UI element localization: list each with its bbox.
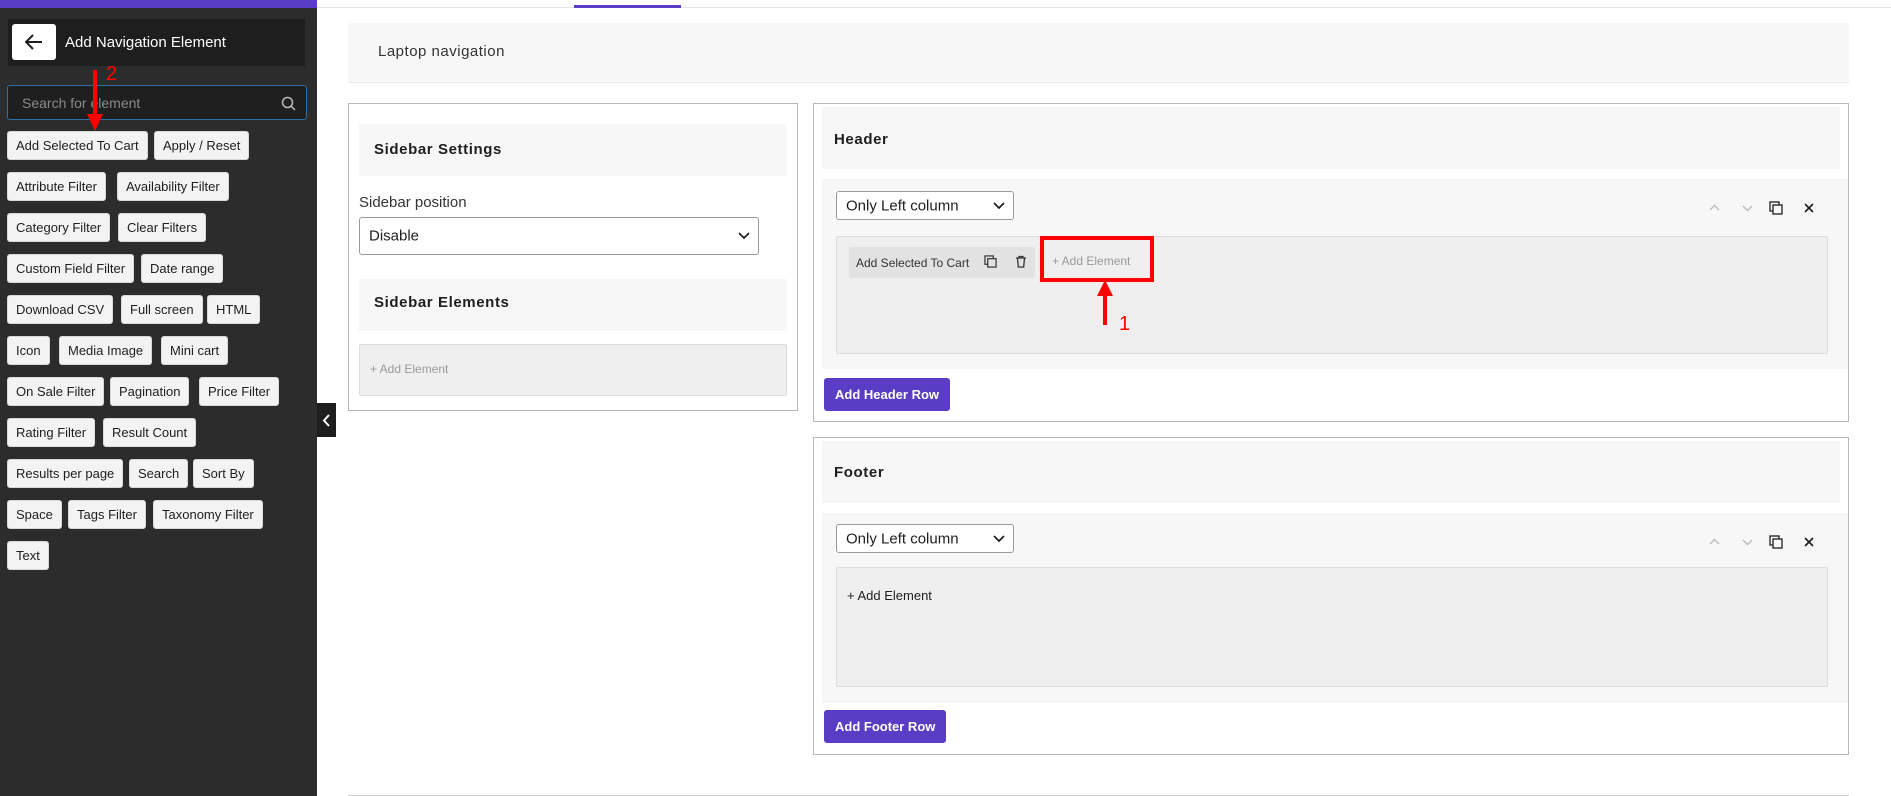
- header-title: Header: [834, 131, 889, 148]
- arrow-left-icon: [25, 34, 42, 50]
- header-layout-value: Only Left column: [846, 197, 959, 214]
- sidebar-elements-header: Sidebar Elements: [359, 279, 787, 331]
- highlight-box: [1040, 236, 1154, 282]
- placed-element[interactable]: Add Selected To Cart: [849, 247, 1035, 278]
- element-chip[interactable]: Category Filter: [7, 213, 111, 242]
- sidebar-settings-header: Sidebar Settings: [359, 124, 787, 176]
- footer-box: Footer Only Left column + Add Element Ad…: [813, 437, 1849, 755]
- footer-row-dropzone: + Add Element: [836, 567, 1828, 687]
- back-button[interactable]: [12, 24, 56, 60]
- footer-layout-select[interactable]: Only Left column: [836, 524, 1014, 553]
- element-sidebar: Add Navigation Element Add Selected To C…: [0, 0, 317, 796]
- element-chip[interactable]: Search: [129, 459, 189, 488]
- move-up-icon[interactable]: [1709, 204, 1720, 211]
- element-chip[interactable]: Sort By: [193, 459, 254, 488]
- element-chip[interactable]: Full screen: [121, 295, 203, 324]
- element-chip[interactable]: Clear Filters: [118, 213, 207, 242]
- element-chip[interactable]: Mini cart: [161, 336, 229, 365]
- element-chip[interactable]: Price Filter: [199, 377, 280, 406]
- element-chip[interactable]: Custom Field Filter: [7, 254, 135, 283]
- element-chip[interactable]: Result Count: [103, 418, 197, 447]
- move-up-icon[interactable]: [1709, 538, 1720, 545]
- active-tab-indicator: [574, 5, 681, 8]
- header-row-dropzone: Add Selected To Cart + Add Element: [836, 236, 1828, 354]
- search-field: [7, 85, 307, 120]
- element-chip[interactable]: Apply / Reset: [154, 131, 250, 160]
- footer-section-header: Footer: [822, 441, 1840, 503]
- footer-title: Footer: [834, 464, 885, 481]
- header-row: Only Left column Add Selected To Cart + …: [822, 179, 1848, 369]
- sidebar-header: Add Navigation Element: [8, 19, 305, 66]
- header-section-header: Header: [822, 107, 1840, 169]
- element-chip[interactable]: Taxonomy Filter: [153, 500, 263, 529]
- add-footer-row-button[interactable]: Add Footer Row: [824, 710, 947, 743]
- sidebar-position-select[interactable]: Disable: [359, 217, 759, 255]
- arrow-up-annotation: [1097, 280, 1113, 325]
- add-header-row-button[interactable]: Add Header Row: [824, 378, 951, 411]
- sidebar-settings-title: Sidebar Settings: [374, 141, 502, 158]
- element-chip[interactable]: Availability Filter: [117, 172, 229, 201]
- sidebar-settings-box: Sidebar Settings Sidebar position Disabl…: [348, 103, 798, 411]
- chevron-down-icon: [993, 201, 1005, 209]
- placed-element-label: Add Selected To Cart: [856, 256, 970, 270]
- collapse-sidebar-button[interactable]: [317, 403, 336, 437]
- annotation-label-1: 1: [1119, 313, 1131, 335]
- duplicate-icon[interactable]: [1769, 535, 1783, 549]
- element-chip[interactable]: Results per page: [7, 459, 124, 488]
- element-chip[interactable]: Attribute Filter: [7, 172, 106, 201]
- chevron-down-icon: [738, 232, 750, 240]
- footer-row: Only Left column + Add Element: [822, 513, 1848, 703]
- close-icon[interactable]: [1804, 203, 1814, 213]
- close-icon[interactable]: [1804, 537, 1814, 547]
- sidebar-elements-title: Sidebar Elements: [374, 294, 510, 311]
- top-divider: [317, 7, 1891, 8]
- duplicate-icon[interactable]: [1769, 201, 1783, 215]
- sidebar-title: Add Navigation Element: [65, 34, 226, 51]
- move-down-icon[interactable]: [1742, 539, 1753, 546]
- panel-header: Laptop navigation: [348, 23, 1849, 83]
- header-box: Header Only Left column Add Selected To …: [813, 103, 1849, 422]
- move-down-icon[interactable]: [1742, 205, 1753, 212]
- header-layout-select[interactable]: Only Left column: [836, 191, 1014, 220]
- element-chip[interactable]: Rating Filter: [7, 418, 96, 447]
- element-chip[interactable]: On Sale Filter: [7, 377, 105, 406]
- add-element-button[interactable]: + Add Element: [370, 362, 448, 376]
- annotation-label-2: 2: [106, 63, 118, 85]
- element-chip[interactable]: Download CSV: [7, 295, 114, 324]
- sidebar-elements-dropzone: + Add Element: [359, 344, 787, 396]
- sidebar-position-label: Sidebar position: [359, 194, 467, 211]
- search-icon[interactable]: [281, 96, 296, 111]
- element-chip[interactable]: Tags Filter: [68, 500, 146, 529]
- element-chip[interactable]: Pagination: [110, 377, 190, 406]
- trash-icon[interactable]: [1015, 255, 1027, 268]
- arrow-down-annotation: [87, 70, 103, 131]
- sidebar-position-value: Disable: [369, 227, 420, 245]
- element-chip[interactable]: Date range: [141, 254, 224, 283]
- sidebar-accent-bar: [0, 0, 317, 8]
- element-chip[interactable]: Media Image: [59, 336, 153, 365]
- chevron-down-icon: [993, 534, 1005, 542]
- element-chip[interactable]: Icon: [7, 336, 50, 365]
- duplicate-icon[interactable]: [984, 255, 997, 268]
- footer-layout-value: Only Left column: [846, 530, 959, 547]
- element-chip[interactable]: Text: [7, 541, 49, 570]
- chevron-left-icon: [322, 413, 330, 427]
- search-input[interactable]: [22, 86, 272, 119]
- element-chip[interactable]: Add Selected To Cart: [7, 131, 148, 160]
- element-chip[interactable]: HTML: [207, 295, 261, 324]
- add-element-button[interactable]: + Add Element: [847, 588, 932, 603]
- element-chip[interactable]: Space: [7, 500, 62, 529]
- page-title: Laptop navigation: [378, 43, 505, 60]
